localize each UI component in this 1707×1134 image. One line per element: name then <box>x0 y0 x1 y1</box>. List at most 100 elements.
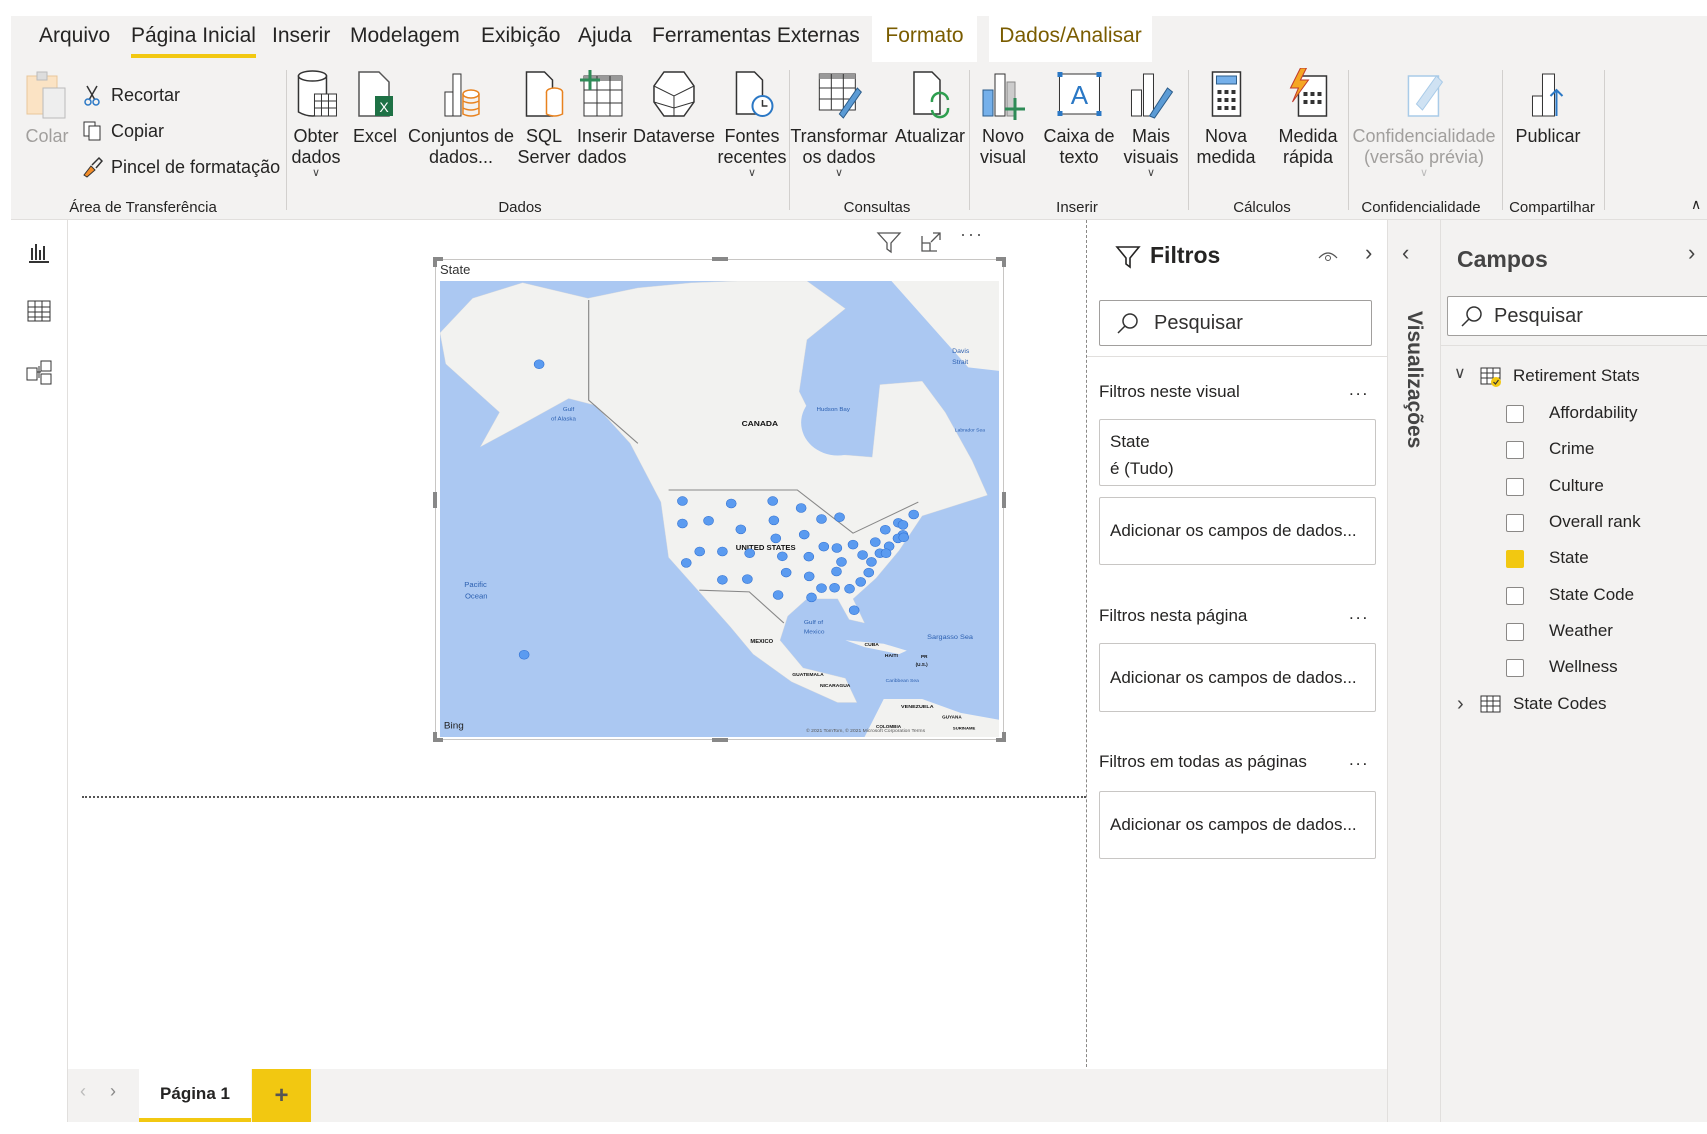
resize-handle[interactable] <box>996 257 1006 267</box>
recent-sources-button[interactable]: Fontes recentes ∨ <box>717 68 787 179</box>
field-checkbox[interactable] <box>1506 622 1524 641</box>
field-item-weather[interactable]: Weather <box>1441 618 1707 648</box>
report-canvas[interactable]: ··· State CANADA UNITED STATES MEXICO CUBA H… <box>68 220 1086 1069</box>
more-options-icon[interactable]: ... <box>1349 380 1369 400</box>
resize-handle[interactable] <box>433 492 437 508</box>
focus-mode-icon[interactable] <box>919 230 943 254</box>
state-marker[interactable] <box>831 543 843 553</box>
field-checkbox[interactable] <box>1506 477 1524 496</box>
copy-button[interactable]: Copiar <box>81 120 164 142</box>
state-marker[interactable] <box>777 551 788 562</box>
new-visual-button[interactable]: Novo visual <box>979 68 1027 168</box>
tab-pagina-inicial[interactable]: Página Inicial <box>131 24 256 58</box>
state-marker[interactable] <box>677 518 688 529</box>
eye-icon[interactable] <box>1317 248 1339 264</box>
collapse-filters-chevron-icon[interactable]: › <box>1365 240 1372 266</box>
state-marker[interactable] <box>855 577 866 587</box>
resize-handle[interactable] <box>712 257 728 261</box>
state-marker[interactable] <box>870 537 881 547</box>
state-marker[interactable] <box>829 583 840 593</box>
state-marker[interactable] <box>847 539 859 550</box>
state-marker[interactable] <box>795 503 807 513</box>
field-item-state-code[interactable]: State Code <box>1441 582 1707 612</box>
state-marker[interactable] <box>844 584 855 594</box>
state-marker[interactable] <box>677 496 688 506</box>
visualizations-label[interactable]: Visualizações <box>1402 311 1426 448</box>
field-checkbox[interactable] <box>1506 513 1524 532</box>
state-marker[interactable] <box>848 605 860 615</box>
state-marker[interactable] <box>803 571 815 582</box>
tab-ferramentas-externas[interactable]: Ferramentas Externas <box>652 24 860 48</box>
quick-measure-button[interactable]: Medida rápida <box>1278 68 1338 168</box>
tab-formato[interactable]: Formato <box>872 16 977 62</box>
expand-visualizations-chevron-icon[interactable]: ‹ <box>1402 240 1409 266</box>
add-page-button[interactable]: + <box>252 1069 311 1122</box>
state-marker[interactable] <box>908 509 919 520</box>
field-checkbox[interactable] <box>1506 550 1524 569</box>
add-fields-drop-zone[interactable]: Adicionar os campos de dados... <box>1099 497 1376 565</box>
field-item-overall-rank[interactable]: Overall rank <box>1441 509 1707 539</box>
state-marker[interactable] <box>879 524 891 535</box>
get-data-button[interactable]: Obter dados ∨ <box>291 68 341 179</box>
add-fields-drop-zone[interactable]: Adicionar os campos de dados... <box>1099 643 1376 712</box>
field-item-crime[interactable]: Crime <box>1441 436 1707 466</box>
filter-icon[interactable] <box>876 230 902 254</box>
state-marker[interactable] <box>816 514 827 524</box>
state-marker[interactable] <box>770 533 782 544</box>
add-fields-drop-zone[interactable]: Adicionar os campos de dados... <box>1099 791 1376 859</box>
field-checkbox[interactable] <box>1506 586 1524 605</box>
table-retirement-stats[interactable]: ∨ Retirement Stats <box>1441 363 1707 393</box>
state-marker[interactable] <box>798 529 810 540</box>
state-marker[interactable] <box>863 567 875 578</box>
map-canvas[interactable]: CANADA UNITED STATES MEXICO CUBA HAITI PR (U.S… <box>440 281 999 737</box>
refresh-button[interactable]: Atualizar <box>895 68 965 147</box>
visualizations-pane-collapsed[interactable]: ‹ Visualizações <box>1387 220 1440 1122</box>
state-marker[interactable] <box>831 566 842 577</box>
more-options-icon[interactable]: ... <box>1349 604 1369 624</box>
state-marker[interactable] <box>818 541 830 552</box>
resize-handle[interactable] <box>433 732 443 742</box>
map-visual[interactable]: State CANADA UNITED STATES MEXICO CUBA HAITI… <box>433 257 1006 742</box>
excel-button[interactable]: X Excel <box>351 68 399 147</box>
state-marker[interactable] <box>767 496 778 506</box>
field-checkbox[interactable] <box>1506 405 1524 423</box>
state-marker[interactable] <box>780 567 792 578</box>
tab-ajuda[interactable]: Ajuda <box>578 24 632 48</box>
sensitivity-button[interactable]: Confidencialidade (versão prévia) ∨ <box>1352 68 1496 179</box>
fields-search-input[interactable]: Pesquisar <box>1447 296 1707 336</box>
scroll-left-icon[interactable]: ‹ <box>80 1081 86 1102</box>
state-marker[interactable] <box>803 551 815 562</box>
state-marker[interactable] <box>717 575 728 585</box>
state-marker[interactable] <box>836 557 847 567</box>
state-marker[interactable] <box>866 557 877 567</box>
publish-button[interactable]: Publicar <box>1515 68 1581 147</box>
field-item-wellness[interactable]: Wellness <box>1441 654 1707 684</box>
chevron-down-icon[interactable]: ∨ <box>1454 363 1466 383</box>
state-marker[interactable] <box>680 558 692 568</box>
new-measure-button[interactable]: Nova medida <box>1196 68 1256 168</box>
page-tab-1[interactable]: Página 1 <box>139 1069 251 1122</box>
resize-handle[interactable] <box>1002 492 1006 508</box>
more-options-icon[interactable]: ... <box>1349 750 1369 770</box>
tab-inserir[interactable]: Inserir <box>272 24 330 48</box>
state-marker[interactable] <box>857 550 868 560</box>
collapse-fields-chevron-icon[interactable]: › <box>1688 240 1695 266</box>
field-checkbox[interactable] <box>1506 659 1524 678</box>
datasets-button[interactable]: Conjuntos de dados... <box>408 68 514 168</box>
filters-search-input[interactable]: Pesquisar <box>1099 300 1372 346</box>
state-marker[interactable] <box>533 359 545 370</box>
more-options-icon[interactable]: ··· <box>960 224 984 245</box>
state-marker[interactable] <box>772 590 784 600</box>
state-marker[interactable] <box>717 546 728 557</box>
more-visuals-button[interactable]: Mais visuais ∨ <box>1123 68 1179 179</box>
tab-dados-analisar[interactable]: Dados/Analisar <box>989 16 1152 62</box>
transform-data-button[interactable]: Transformar os dados ∨ <box>790 68 888 179</box>
state-marker[interactable] <box>744 548 755 558</box>
scroll-right-icon[interactable]: › <box>110 1081 116 1102</box>
table-state-codes[interactable]: › State Codes <box>1441 691 1707 721</box>
text-box-button[interactable]: A Caixa de texto <box>1043 68 1115 168</box>
dataverse-button[interactable]: Dataverse <box>633 68 715 147</box>
state-marker[interactable] <box>742 574 753 584</box>
state-marker[interactable] <box>806 592 817 603</box>
collapse-ribbon-icon[interactable]: ∧ <box>1691 196 1701 213</box>
